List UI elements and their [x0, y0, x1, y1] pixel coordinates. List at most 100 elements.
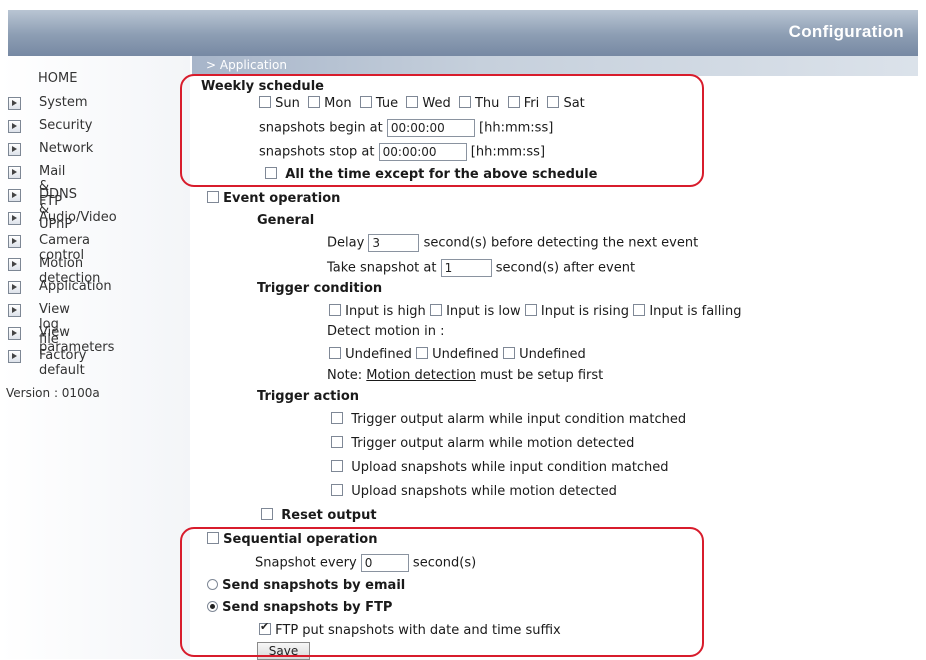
- trigger-condition-heading: Trigger condition: [257, 281, 383, 296]
- detect-motion-label: Detect motion in :: [327, 324, 445, 339]
- expand-icon: [8, 350, 21, 363]
- expand-icon: [8, 304, 21, 317]
- input-high-checkbox[interactable]: [329, 304, 341, 316]
- input-rising-checkbox[interactable]: [524, 304, 537, 316]
- take-snapshot-row: Take snapshot at 1 second(s) after event: [327, 259, 635, 277]
- sidebar: [0, 56, 190, 659]
- action-label: Upload snapshots while motion detected: [351, 484, 617, 499]
- motion-region-checkbox[interactable]: [502, 347, 515, 359]
- take-snapshot-label: Take snapshot at: [327, 260, 437, 276]
- action-label: Upload snapshots while input condition m…: [351, 460, 669, 475]
- expand-icon: [8, 235, 21, 248]
- begin-time-label: snapshots begin at: [259, 120, 383, 136]
- day-label: Sat: [563, 96, 585, 111]
- expand-icon: [8, 212, 21, 225]
- checkbox-fri[interactable]: [507, 96, 520, 108]
- sidebar-item-label: Factory default: [39, 348, 87, 378]
- checkbox-mon[interactable]: [308, 96, 321, 108]
- sequential-operation-checkbox[interactable]: [207, 532, 219, 544]
- begin-time-input[interactable]: 00:00:00: [386, 119, 475, 137]
- all-time-label: All the time except for the above schedu…: [285, 167, 598, 182]
- motion-region-checkbox[interactable]: [415, 347, 428, 359]
- stop-time-input[interactable]: 00:00:00: [378, 143, 467, 161]
- reset-output-checkbox[interactable]: [261, 508, 273, 520]
- time-format-hint: [hh:mm:ss]: [479, 120, 554, 136]
- email-radio[interactable]: [207, 579, 218, 590]
- event-operation-checkbox[interactable]: [207, 191, 219, 203]
- action-row: Trigger output alarm while motion detect…: [331, 436, 634, 451]
- sidebar-item-label: Network: [39, 141, 94, 156]
- version-label: Version : 0100a: [6, 386, 100, 400]
- motion-note: Note: Motion detection must be setup fir…: [327, 368, 603, 383]
- motion-region-label: Undefined: [345, 347, 412, 362]
- event-operation-row: Event operation: [207, 191, 340, 206]
- sidebar-item-label: Application: [39, 279, 112, 294]
- breadcrumb-bar: > Application: [192, 56, 918, 76]
- motion-detection-link[interactable]: Motion detection: [366, 368, 476, 383]
- sequential-operation-row: Sequential operation: [207, 532, 377, 547]
- expand-icon: [8, 166, 21, 179]
- ftp-suffix-checkbox[interactable]: [259, 620, 271, 635]
- action-checkbox[interactable]: [331, 484, 343, 496]
- checkbox-sun[interactable]: [259, 96, 271, 108]
- input-falling-checkbox[interactable]: [633, 304, 646, 316]
- expand-icon: [8, 120, 21, 133]
- action-checkbox[interactable]: [331, 436, 343, 448]
- input-low-checkbox[interactable]: [429, 304, 442, 316]
- reset-output-label: Reset output: [281, 508, 377, 523]
- delay-input[interactable]: 3: [368, 234, 420, 252]
- breadcrumb: > Application: [206, 58, 287, 72]
- input-condition-row: Input is high Input is low Input is risi…: [329, 304, 742, 319]
- sidebar-home-link[interactable]: HOME: [38, 71, 77, 86]
- ftp-suffix-row: FTP put snapshots with date and time suf…: [259, 620, 561, 638]
- note-prefix: Note:: [327, 368, 363, 383]
- page-title: Configuration: [788, 22, 904, 41]
- expand-icon: [8, 143, 21, 156]
- snapshot-interval-input[interactable]: 0: [360, 554, 409, 572]
- expand-icon: [8, 189, 21, 202]
- expand-icon: [8, 327, 21, 340]
- time-format-hint: [hh:mm:ss]: [470, 144, 546, 160]
- checkbox-tue[interactable]: [359, 96, 372, 108]
- day-label: Mon: [324, 96, 352, 111]
- action-checkbox[interactable]: [331, 412, 343, 424]
- motion-region-checkbox[interactable]: [329, 347, 341, 359]
- action-row: Trigger output alarm while input conditi…: [331, 412, 686, 427]
- stop-time-row: snapshots stop at 00:00:00 [hh:mm:ss]: [259, 143, 545, 161]
- action-row: Upload snapshots while input condition m…: [331, 460, 669, 475]
- action-checkbox[interactable]: [331, 460, 343, 472]
- checkbox-sat[interactable]: [547, 96, 560, 108]
- general-heading: General: [257, 213, 315, 228]
- all-time-checkbox[interactable]: [265, 167, 277, 179]
- checkbox-thu[interactable]: [458, 96, 471, 108]
- day-label: Sun: [275, 96, 300, 111]
- email-option-row: Send snapshots by email: [207, 578, 405, 593]
- snapshot-interval-row: Snapshot every 0 second(s): [255, 554, 476, 572]
- sidebar-item-label: System: [39, 95, 88, 110]
- stop-time-label: snapshots stop at: [259, 144, 375, 160]
- event-operation-label: Event operation: [223, 191, 341, 206]
- delay-label: Delay: [327, 235, 365, 251]
- day-label: Fri: [523, 96, 540, 111]
- save-button[interactable]: Save: [257, 642, 310, 660]
- checkbox-wed[interactable]: [406, 96, 419, 108]
- input-low-label: Input is low: [446, 304, 521, 319]
- ftp-option-label: Send snapshots by FTP: [222, 600, 393, 615]
- sidebar-item-label: Audio/Video: [39, 210, 117, 225]
- take-snapshot-suffix: second(s) after event: [495, 260, 636, 276]
- header-banner: Configuration: [8, 10, 918, 56]
- begin-time-row: snapshots begin at 00:00:00 [hh:mm:ss]: [259, 119, 553, 137]
- day-label: Tue: [375, 96, 399, 111]
- input-falling-label: Input is falling: [649, 304, 742, 319]
- sequential-operation-label: Sequential operation: [223, 532, 378, 547]
- ftp-radio[interactable]: [207, 601, 218, 612]
- take-snapshot-input[interactable]: 1: [440, 259, 492, 277]
- motion-region-label: Undefined: [432, 347, 499, 362]
- motion-region-row: Undefined Undefined Undefined: [329, 347, 586, 362]
- delay-row: Delay 3 second(s) before detecting the n…: [327, 234, 698, 252]
- expand-icon: [8, 97, 21, 110]
- reset-output-row: Reset output: [261, 508, 377, 523]
- input-rising-label: Input is rising: [540, 304, 630, 319]
- day-label: Wed: [422, 96, 451, 111]
- trigger-action-heading: Trigger action: [257, 389, 360, 404]
